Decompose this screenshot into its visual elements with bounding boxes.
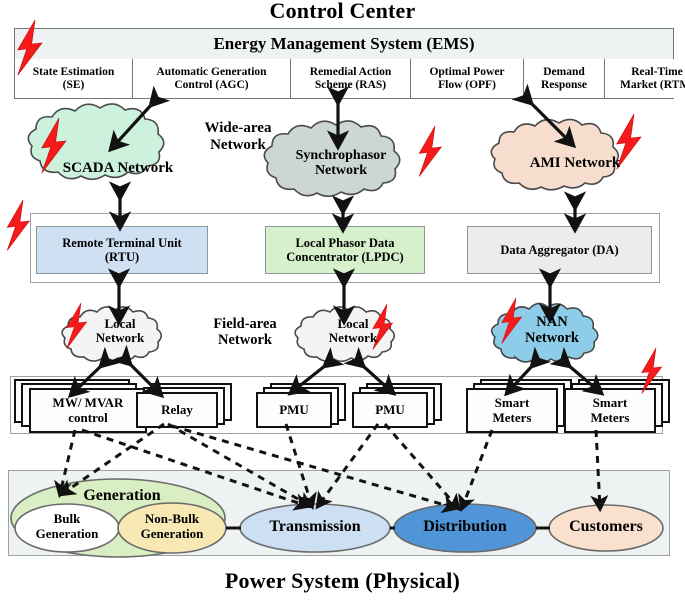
distribution-text: Distribution: [423, 518, 507, 535]
wide-area-network-label: Wide-area Network: [178, 120, 298, 160]
non-bulk-generation-label: Non-Bulk Generation: [120, 511, 224, 546]
wan-label-line1: Wide-area: [204, 120, 272, 136]
generation-group-label: Generation: [48, 487, 196, 507]
fan-label-line2: Network: [218, 332, 272, 349]
dashed-relay-to-distribution: [171, 424, 460, 514]
diagram-vector-layer: [6, 19, 664, 558]
lightning-bolt-icon: [6, 199, 30, 251]
arrow-local2-to-pmu1: [287, 347, 345, 396]
field-area-network-label: Field-area Network: [186, 316, 304, 356]
arrow-nan-to-smart-meters-2: [549, 346, 605, 396]
bulk-generation-label: Bulk Generation: [16, 511, 118, 546]
arrow-local1-to-mw-mvar: [67, 346, 121, 399]
customers-label: Customers: [551, 518, 661, 540]
non-bulk-gen-line1: Non-Bulk: [144, 511, 200, 526]
arrow-local1-to-relay: [110, 344, 165, 399]
bottom-title: Power System (Physical): [224, 568, 461, 593]
arrow-nan-to-smart-meters-1: [504, 346, 552, 397]
fan-label-line1: Field-area: [213, 316, 277, 332]
lightning-bolt-icon: [641, 347, 663, 394]
dashed-pmu2-to-distribution: [383, 423, 461, 512]
transmission-text: Transmission: [269, 518, 361, 535]
customers-text: Customers: [569, 518, 643, 535]
non-bulk-gen-line2: Generation: [140, 525, 204, 541]
cloud-ami-network[interactable]: [490, 118, 620, 191]
bulk-gen-line2: Generation: [35, 525, 99, 541]
dashed-pmu1-to-transmission: [284, 423, 317, 511]
generation-group-text: Generation: [83, 487, 161, 504]
lightning-bolt-icon: [17, 19, 43, 76]
wan-label-line2: Network: [210, 136, 266, 153]
bulk-gen-line1: Bulk: [53, 511, 81, 526]
distribution-label: Distribution: [398, 518, 532, 540]
arrow-local2-to-pmu2: [343, 346, 397, 396]
diagram-canvas: Control Center Energy Management System …: [0, 0, 685, 601]
dashed-smart-meters-1-to-distribution: [458, 429, 494, 512]
lightning-bolt-icon: [616, 113, 642, 170]
dashed-pmu2-to-transmission: [315, 423, 380, 510]
transmission-label: Transmission: [245, 518, 385, 540]
dashed-smart-meters-2-to-customers: [590, 429, 609, 513]
lightning-bolt-icon: [418, 125, 442, 177]
